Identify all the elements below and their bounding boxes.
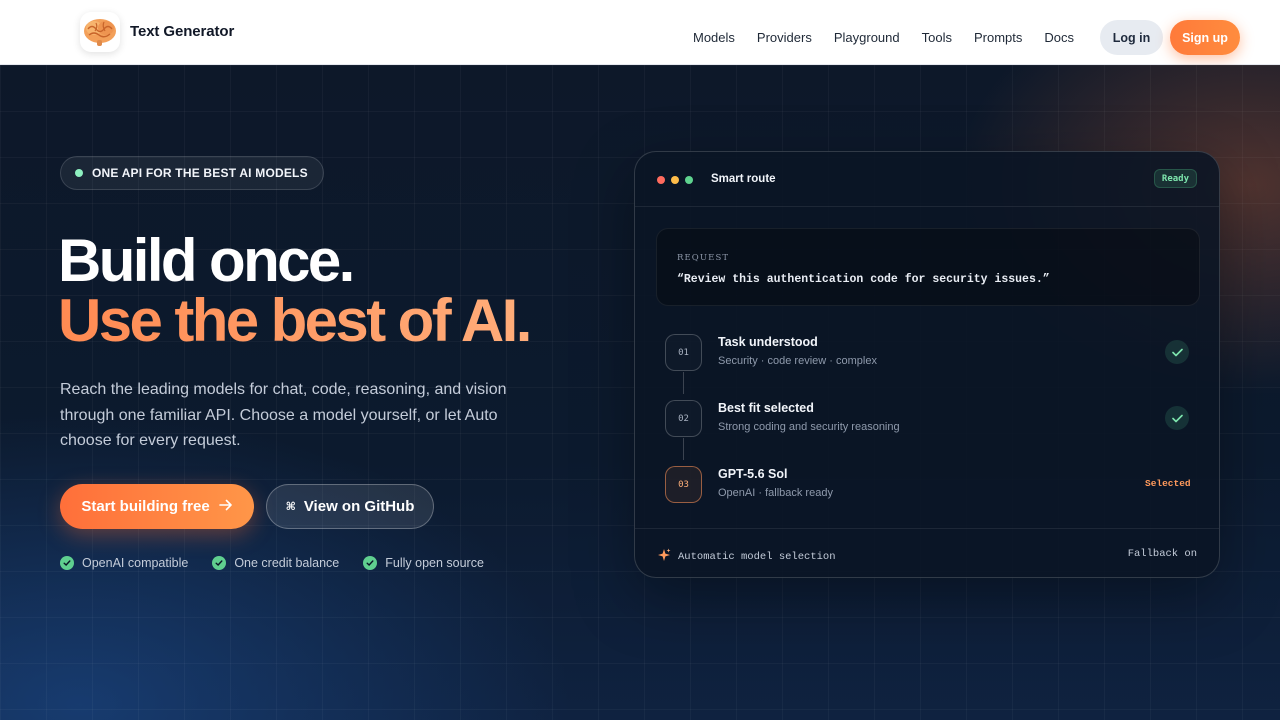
view-github-label: View on GitHub	[303, 498, 415, 515]
auto-selection: Automatic model selection	[657, 548, 836, 566]
step-title: Best fit selected	[718, 401, 814, 415]
nav-item-prompts[interactable]: Prompts	[974, 30, 1022, 45]
step-number: 03	[665, 466, 702, 503]
perk-label: One credit balance	[234, 556, 340, 570]
check-circle-icon	[60, 556, 74, 570]
route-step: 02 Best fit selected Strong coding and s…	[635, 400, 1219, 450]
check-circle-icon	[363, 556, 378, 570]
window-dot-green-icon	[685, 176, 693, 184]
command-icon: ⌘	[285, 501, 296, 513]
perk-item: One credit balance	[212, 556, 339, 570]
nav-item-docs[interactable]: Docs	[1044, 30, 1074, 45]
arrow-right-icon	[218, 498, 233, 516]
check-circle-icon	[212, 556, 227, 570]
window-dot-yellow-icon	[671, 176, 679, 184]
card-footer: Automatic model selection Fallback on	[635, 528, 1219, 577]
headline-line-1: Build once.	[58, 227, 355, 294]
auto-selection-label: Automatic model selection	[678, 551, 836, 563]
brand-name: Text Generator	[130, 22, 235, 40]
hero-section: ONE API FOR THE BEST AI MODELS Build onc…	[0, 65, 1280, 720]
step-connector	[683, 372, 684, 394]
step-subtitle: Security · code review · complex	[718, 355, 877, 367]
badge-dot-icon	[75, 169, 83, 177]
selected-label: Selected	[1145, 478, 1191, 489]
window-dot-red-icon	[657, 176, 665, 184]
request-box: REQUEST “Review this authentication code…	[656, 228, 1200, 306]
main-nav: Models Providers Playground Tools Prompt…	[693, 0, 1096, 65]
sparkle-icon	[657, 548, 671, 566]
card-header: Smart route Ready	[635, 152, 1219, 207]
step-title: GPT-5.6 Sol	[718, 467, 788, 481]
route-step: 01 Task understood Security · code revie…	[635, 334, 1219, 384]
request-label: REQUEST	[677, 253, 730, 263]
status-badge: Ready	[1153, 169, 1197, 188]
top-navigation-bar: Text Generator Models Providers Playgrou…	[0, 0, 1280, 65]
route-step: 03 GPT-5.6 Sol OpenAI · fallback ready S…	[635, 466, 1219, 516]
start-building-button[interactable]: Start building free	[60, 484, 254, 529]
smart-route-card: Smart route Ready REQUEST “Review this a…	[634, 151, 1220, 578]
fallback-status: Fallback on	[1127, 548, 1197, 560]
perk-item: OpenAI compatible	[60, 556, 188, 570]
step-number: 01	[665, 334, 702, 371]
nav-item-playground[interactable]: Playground	[834, 30, 900, 45]
hero-description: Reach the leading models for chat, code,…	[60, 381, 507, 449]
hero-badge: ONE API FOR THE BEST AI MODELS	[60, 156, 324, 190]
headline-line-2: Use the best of AI.	[58, 287, 532, 354]
perk-item: Fully open source	[363, 556, 484, 570]
step-subtitle: OpenAI · fallback ready	[718, 487, 833, 499]
brand[interactable]: Text Generator	[80, 12, 234, 52]
perk-label: OpenAI compatible	[82, 556, 189, 570]
request-text: “Review this authentication code for sec…	[677, 273, 1050, 286]
check-icon	[1165, 340, 1189, 364]
perk-label: Fully open source	[385, 556, 484, 570]
nav-item-providers[interactable]: Providers	[757, 30, 812, 45]
step-subtitle: Strong coding and security reasoning	[718, 421, 900, 433]
nav-item-tools[interactable]: Tools	[922, 30, 952, 45]
card-title: Smart route	[711, 173, 776, 185]
badge-label: ONE API FOR THE BEST AI MODELS	[92, 166, 308, 180]
signup-button[interactable]: Sign up	[1170, 20, 1240, 55]
step-connector	[683, 438, 684, 460]
start-building-label: Start building free	[81, 498, 210, 515]
nav-item-models[interactable]: Models	[693, 30, 735, 45]
perk-list: OpenAI compatible One credit balance Ful…	[60, 556, 508, 570]
step-number: 02	[665, 400, 702, 437]
check-icon	[1165, 406, 1189, 430]
step-title: Task understood	[718, 335, 818, 349]
login-button[interactable]: Log in	[1100, 20, 1163, 55]
brain-icon	[80, 12, 120, 52]
view-github-button[interactable]: ⌘ View on GitHub	[266, 484, 434, 529]
